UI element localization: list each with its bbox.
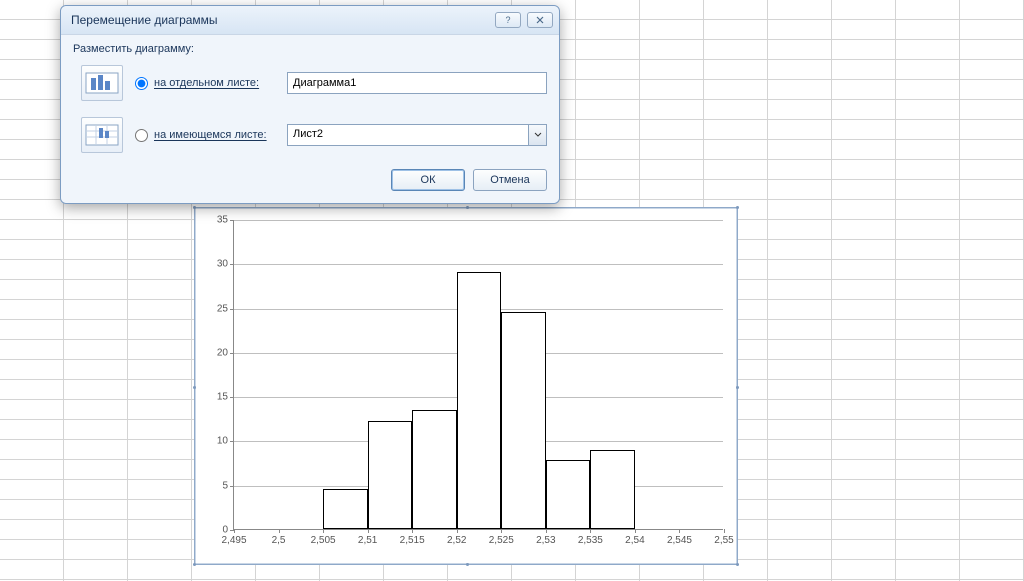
cancel-button[interactable]: Отмена [473, 169, 547, 191]
move-chart-dialog: Перемещение диаграммы ? Разместить диагр… [60, 5, 560, 204]
radio-existing-sheet[interactable]: на имеющемся листе: [135, 129, 275, 142]
resize-handle[interactable] [736, 206, 739, 209]
y-axis-label: 10 [217, 436, 228, 447]
x-axis-label: 2,525 [489, 535, 514, 546]
histogram-bar [590, 450, 635, 529]
y-axis-label: 25 [217, 303, 228, 314]
histogram-bar [323, 489, 368, 529]
histogram-bar [412, 410, 457, 529]
histogram-bar [501, 312, 546, 529]
resize-handle[interactable] [193, 386, 196, 389]
y-axis-label: 0 [222, 525, 228, 536]
x-axis-label: 2,51 [358, 535, 377, 546]
option-existing-sheet-row: на имеющемся листе: Лист2 [81, 117, 547, 153]
gridline [234, 264, 723, 265]
dialog-titlebar[interactable]: Перемещение диаграммы ? [61, 6, 559, 34]
ok-button[interactable]: ОК [391, 169, 465, 191]
x-axis-label: 2,545 [667, 535, 692, 546]
chart-object[interactable]: 0 5 10 15 20 25 30 35 2,495 2,5 2,505 2,51 2,515 2,52… [194, 207, 738, 565]
x-axis-label: 2,53 [536, 535, 555, 546]
resize-handle[interactable] [193, 563, 196, 566]
y-axis-label: 15 [217, 392, 228, 403]
histogram-bar [368, 421, 413, 529]
resize-handle[interactable] [736, 563, 739, 566]
histogram-bar [457, 272, 502, 529]
existing-sheet-select[interactable]: Лист2 [287, 124, 547, 146]
svg-text:?: ? [505, 15, 510, 25]
radio-new-sheet[interactable]: на отдельном листе: [135, 77, 275, 90]
x-axis-label: 2,505 [311, 535, 336, 546]
y-axis-label: 20 [217, 347, 228, 358]
radio-existing-sheet-input[interactable] [135, 129, 148, 142]
y-axis-label: 35 [217, 215, 228, 226]
new-sheet-icon [81, 65, 123, 101]
x-axis-label: 2,52 [447, 535, 466, 546]
x-axis-label: 2,535 [578, 535, 603, 546]
option-new-sheet-row: на отдельном листе: [81, 65, 547, 101]
x-axis-label: 2,5 [272, 535, 286, 546]
close-button[interactable] [527, 12, 553, 28]
radio-new-sheet-label: на отдельном листе: [154, 77, 259, 89]
y-axis-label: 30 [217, 259, 228, 270]
existing-sheet-value: Лист2 [288, 125, 528, 145]
resize-handle[interactable] [193, 206, 196, 209]
resize-handle[interactable] [466, 206, 469, 209]
dropdown-button[interactable] [528, 125, 546, 145]
resize-handle[interactable] [736, 386, 739, 389]
new-sheet-name-input[interactable] [287, 72, 547, 94]
gridline [234, 220, 723, 221]
x-axis-label: 2,54 [625, 535, 644, 546]
group-label: Разместить диаграмму: [73, 43, 547, 55]
y-axis-label: 5 [222, 480, 228, 491]
radio-new-sheet-input[interactable] [135, 77, 148, 90]
x-axis-label: 2,515 [400, 535, 425, 546]
existing-sheet-icon [81, 117, 123, 153]
x-axis-label: 2,55 [714, 535, 733, 546]
plot-area: 051015202530352,4952,52,5052,512,5152,52… [233, 220, 723, 530]
x-axis-label: 2,495 [221, 535, 246, 546]
resize-handle[interactable] [466, 563, 469, 566]
histogram-bar [546, 460, 591, 529]
help-button[interactable]: ? [495, 12, 521, 28]
dialog-title: Перемещение диаграммы [71, 13, 218, 27]
radio-existing-sheet-label: на имеющемся листе: [154, 129, 267, 141]
